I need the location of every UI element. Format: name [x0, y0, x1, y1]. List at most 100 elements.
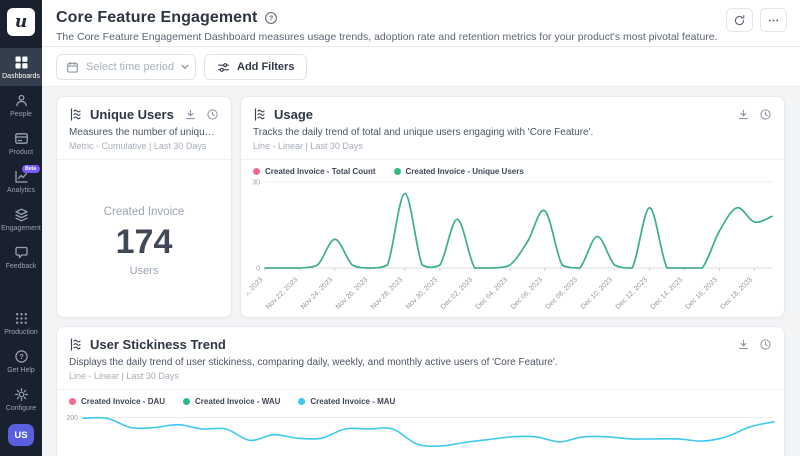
page-description: The Core Feature Engagement Dashboard me…	[56, 31, 718, 43]
page-header: Core Feature Engagement ? The Core Featu…	[42, 0, 800, 47]
svg-text:200: 200	[66, 415, 78, 422]
stickiness-legend: Created Invoice - DAU Created Invoice - …	[57, 390, 784, 408]
feedback-icon	[14, 245, 29, 260]
sidebar-item-get-help[interactable]: ? Get Help	[0, 342, 42, 380]
engagement-icon	[14, 207, 29, 222]
card-title: Unique Users	[90, 107, 174, 122]
app-logo[interactable]: u	[7, 8, 35, 36]
svg-text:Dec 08, 2023: Dec 08, 2023	[545, 276, 579, 310]
sidebar-item-label: Engagement	[1, 225, 41, 232]
sidebar-item-engagement[interactable]: Engagement	[0, 200, 42, 238]
svg-text:Dec 16, 2023: Dec 16, 2023	[685, 276, 719, 310]
legend-item: Created Invoice - Total Count	[253, 167, 376, 176]
usage-line-chart: 300Nov 20, 2023Nov 22, 2023Nov 24, 2023N…	[247, 180, 773, 311]
card-description: Tracks the daily trend of total and uniq…	[253, 127, 594, 138]
add-filters-label: Add Filters	[237, 61, 295, 73]
svg-text:Nov 22, 2023: Nov 22, 2023	[265, 276, 299, 310]
svg-text:Dec 06, 2023: Dec 06, 2023	[510, 276, 544, 310]
card-description: Measures the number of unique users who …	[69, 127, 231, 138]
metric-unit: Users	[129, 265, 159, 277]
sidebar-item-label: Dashboards	[2, 73, 40, 80]
svg-text:?: ?	[269, 14, 274, 23]
sidebar-item-label: Configure	[5, 405, 37, 412]
card-description: Displays the daily trend of user stickin…	[69, 357, 558, 368]
add-filters-button[interactable]: Add Filters	[204, 54, 308, 80]
time-period-placeholder: Select time period	[86, 61, 175, 73]
card-meta: Line - Linear | Last 30 Days	[69, 371, 179, 381]
legend-label: Created Invoice - MAU	[310, 397, 396, 406]
production-grid-icon	[14, 311, 29, 326]
title-help-icon[interactable]: ?	[264, 11, 278, 25]
stickiness-card: User Stickiness Trend Displays the daily…	[56, 326, 785, 456]
sidebar-nav: Dashboards People Product Beta Analytics	[0, 48, 42, 276]
sidebar-item-configure[interactable]: Configure	[0, 380, 42, 418]
sidebar-bottom-nav: Production ? Get Help Configure US	[0, 304, 42, 456]
svg-text:Nov 30, 2023: Nov 30, 2023	[405, 276, 439, 310]
svg-text:Nov 28, 2023: Nov 28, 2023	[370, 276, 404, 310]
filter-bar: Select time period Add Filters	[42, 47, 800, 87]
beta-badge: Beta	[21, 165, 40, 173]
usage-card: Usage Tracks the daily trend of total an…	[240, 96, 785, 318]
sidebar-item-label: People	[10, 111, 32, 118]
svg-text:Dec 10, 2023: Dec 10, 2023	[580, 276, 614, 310]
metric-value: 174	[115, 223, 173, 261]
sidebar-item-label: Feedback	[5, 263, 37, 270]
chevron-down-icon	[181, 64, 189, 70]
legend-item: Created Invoice - Unique Users	[393, 167, 524, 176]
svg-text:Dec 18, 2023: Dec 18, 2023	[720, 276, 754, 310]
report-chart-icon	[69, 337, 84, 352]
sidebar-item-feedback[interactable]: Feedback	[0, 238, 42, 276]
clock-icon[interactable]	[206, 108, 219, 121]
clock-icon[interactable]	[759, 338, 772, 351]
svg-text:Dec 12, 2023: Dec 12, 2023	[615, 276, 649, 310]
user-avatar[interactable]: US	[8, 424, 34, 446]
sidebar-item-dashboards[interactable]: Dashboards	[0, 48, 42, 86]
analytics-icon: Beta	[14, 165, 40, 184]
legend-item: Created Invoice - WAU	[183, 397, 280, 406]
svg-text:Nov 20, 2023: Nov 20, 2023	[247, 276, 264, 310]
legend-item: Created Invoice - DAU	[69, 397, 165, 406]
sidebar-item-label: Product	[8, 149, 34, 156]
sidebar-item-product[interactable]: Product	[0, 124, 42, 162]
metric-label: Created Invoice	[103, 206, 185, 218]
sidebar-item-analytics[interactable]: Beta Analytics	[0, 162, 42, 200]
svg-text:0: 0	[256, 266, 260, 273]
download-icon[interactable]	[184, 108, 197, 121]
legend-dot	[298, 398, 306, 405]
report-chart-icon	[253, 107, 268, 122]
more-options-button[interactable]	[760, 8, 787, 32]
svg-text:Dec 04, 2023: Dec 04, 2023	[475, 276, 509, 310]
sidebar-item-people[interactable]: People	[0, 86, 42, 124]
legend-label: Created Invoice - Total Count	[265, 167, 376, 176]
legend-item: Created Invoice - MAU	[298, 397, 395, 406]
main-area: Core Feature Engagement ? The Core Featu…	[42, 0, 800, 456]
legend-dot	[393, 168, 401, 175]
clock-icon[interactable]	[759, 108, 772, 121]
people-icon	[14, 93, 29, 108]
refresh-button[interactable]	[726, 8, 753, 32]
download-icon[interactable]	[737, 338, 750, 351]
download-icon[interactable]	[737, 108, 750, 121]
time-period-select[interactable]: Select time period	[56, 54, 196, 80]
report-chart-icon	[69, 107, 84, 122]
gear-icon	[14, 387, 29, 402]
card-title: User Stickiness Trend	[90, 337, 226, 352]
card-meta: Metric - Cumulative | Last 30 Days	[69, 141, 207, 151]
sidebar-item-production[interactable]: Production	[0, 304, 42, 342]
svg-text:Nov 26, 2023: Nov 26, 2023	[335, 276, 369, 310]
help-circle-icon: ?	[14, 349, 29, 364]
svg-text:Dec 14, 2023: Dec 14, 2023	[650, 276, 684, 310]
sidebar-item-label: Analytics	[6, 187, 35, 194]
svg-text:Nov 24, 2023: Nov 24, 2023	[300, 276, 334, 310]
legend-dot	[253, 168, 260, 175]
legend-label: Created Invoice - WAU	[195, 397, 281, 406]
sliders-icon	[217, 61, 230, 74]
calendar-icon	[66, 61, 79, 74]
sidebar-item-label: Production	[4, 329, 38, 336]
usage-legend: Created Invoice - Total Count Created In…	[241, 160, 784, 178]
sidebar-item-label: Get Help	[7, 367, 35, 374]
dashboards-icon	[14, 55, 29, 70]
page-title: Core Feature Engagement	[56, 9, 258, 26]
svg-text:30: 30	[252, 180, 260, 187]
legend-label: Created Invoice - Unique Users	[405, 167, 524, 176]
